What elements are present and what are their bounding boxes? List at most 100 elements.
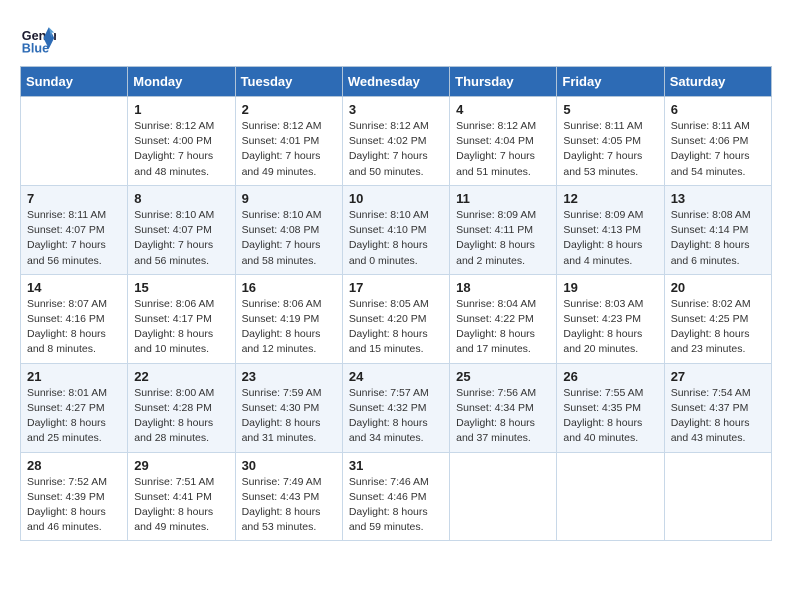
weekday-header-monday: Monday (128, 67, 235, 97)
day-info: Sunrise: 8:10 AM Sunset: 4:07 PM Dayligh… (134, 208, 229, 269)
calendar-cell: 6Sunrise: 8:11 AM Sunset: 4:06 PM Daylig… (664, 97, 771, 186)
day-number: 19 (563, 280, 658, 295)
calendar-cell: 31 Sunrise: 7:46 AM Sunset: 4:46 PM Dayli… (342, 452, 449, 541)
day-info: Sunrise: 8:10 AM Sunset: 4:08 PM Dayligh… (242, 208, 337, 269)
day-info: Sunrise: 7:49 AM Sunset: 4:43 PM Dayligh… (242, 475, 337, 536)
day-info: Sunrise: 8:01 AM Sunset: 4:27 PM Dayligh… (27, 386, 122, 447)
day-number: 26 (563, 369, 658, 384)
day-info: Sunrise: 8:02 AM Sunset: 4:25 PM Dayligh… (671, 297, 766, 358)
day-info: Sunrise: 8:03 AM Sunset: 4:23 PM Dayligh… (563, 297, 658, 358)
day-info: Sunrise: 8:12 AM Sunset: 4:01 PM Dayligh… (242, 119, 337, 180)
day-number: 7 (27, 191, 122, 206)
calendar-cell: 15 Sunrise: 8:06 AM Sunset: 4:17 PM Dayli… (128, 274, 235, 363)
day-number: 8 (134, 191, 229, 206)
calendar-week-row: 7 Sunrise: 8:11 AM Sunset: 4:07 PM Daylig… (21, 185, 772, 274)
day-number: 11 (456, 191, 551, 206)
calendar-cell: 14Sunrise: 8:07 AM Sunset: 4:16 PM Dayli… (21, 274, 128, 363)
day-info: Sunrise: 8:11 AM Sunset: 4:07 PM Dayligh… (27, 208, 122, 269)
weekday-header-wednesday: Wednesday (342, 67, 449, 97)
calendar-cell: 13 Sunrise: 8:08 AM Sunset: 4:14 PM Dayli… (664, 185, 771, 274)
day-number: 4 (456, 102, 551, 117)
day-number: 21 (27, 369, 122, 384)
calendar-cell: 3 Sunrise: 8:12 AM Sunset: 4:02 PM Daylig… (342, 97, 449, 186)
calendar-cell: 7 Sunrise: 8:11 AM Sunset: 4:07 PM Daylig… (21, 185, 128, 274)
calendar-week-row: 1 Sunrise: 8:12 AM Sunset: 4:00 PM Daylig… (21, 97, 772, 186)
calendar-cell: 9 Sunrise: 8:10 AM Sunset: 4:08 PM Daylig… (235, 185, 342, 274)
calendar-cell: 29 Sunrise: 7:51 AM Sunset: 4:41 PM Dayli… (128, 452, 235, 541)
calendar-cell (664, 452, 771, 541)
weekday-header-saturday: Saturday (664, 67, 771, 97)
day-info: Sunrise: 7:51 AM Sunset: 4:41 PM Dayligh… (134, 475, 229, 536)
calendar-cell: 20 Sunrise: 8:02 AM Sunset: 4:25 PM Dayli… (664, 274, 771, 363)
calendar-cell: 18 Sunrise: 8:04 AM Sunset: 4:22 PM Dayli… (450, 274, 557, 363)
calendar-cell: 22Sunrise: 8:00 AM Sunset: 4:28 PM Dayli… (128, 363, 235, 452)
day-info: Sunrise: 7:55 AM Sunset: 4:35 PM Dayligh… (563, 386, 658, 447)
calendar-cell: 27 Sunrise: 7:54 AM Sunset: 4:37 PM Dayli… (664, 363, 771, 452)
calendar-cell: 5 Sunrise: 8:11 AM Sunset: 4:05 PM Daylig… (557, 97, 664, 186)
day-info: Sunrise: 7:52 AM Sunset: 4:39 PM Dayligh… (27, 475, 122, 536)
calendar-cell: 28 Sunrise: 7:52 AM Sunset: 4:39 PM Dayli… (21, 452, 128, 541)
day-info: Sunrise: 8:04 AM Sunset: 4:22 PM Dayligh… (456, 297, 551, 358)
day-info: Sunrise: 8:09 AM Sunset: 4:13 PM Dayligh… (563, 208, 658, 269)
calendar-week-row: 28 Sunrise: 7:52 AM Sunset: 4:39 PM Dayli… (21, 452, 772, 541)
day-number: 13 (671, 191, 766, 206)
day-info: Sunrise: 8:06 AM Sunset: 4:17 PM Dayligh… (134, 297, 229, 358)
calendar-cell: 10 Sunrise: 8:10 AM Sunset: 4:10 PM Dayli… (342, 185, 449, 274)
calendar-cell: 17Sunrise: 8:05 AM Sunset: 4:20 PM Dayli… (342, 274, 449, 363)
day-number: 20 (671, 280, 766, 295)
day-number: 24 (349, 369, 444, 384)
calendar-table: SundayMondayTuesdayWednesdayThursdayFrid… (20, 66, 772, 541)
weekday-header-tuesday: Tuesday (235, 67, 342, 97)
day-info: Sunrise: 8:11 AM Sunset: 4:05 PM Dayligh… (563, 119, 658, 180)
calendar-cell: 11 Sunrise: 8:09 AM Sunset: 4:11 PM Dayli… (450, 185, 557, 274)
logo-icon: General Blue (20, 20, 56, 56)
calendar-cell (21, 97, 128, 186)
day-info: Sunrise: 7:46 AM Sunset: 4:46 PM Dayligh… (349, 475, 444, 536)
calendar-cell: 30Sunrise: 7:49 AM Sunset: 4:43 PM Dayli… (235, 452, 342, 541)
calendar-cell: 19 Sunrise: 8:03 AM Sunset: 4:23 PM Dayli… (557, 274, 664, 363)
day-info: Sunrise: 8:09 AM Sunset: 4:11 PM Dayligh… (456, 208, 551, 269)
calendar-cell: 23Sunrise: 7:59 AM Sunset: 4:30 PM Dayli… (235, 363, 342, 452)
day-info: Sunrise: 7:57 AM Sunset: 4:32 PM Dayligh… (349, 386, 444, 447)
day-number: 18 (456, 280, 551, 295)
day-number: 29 (134, 458, 229, 473)
day-number: 1 (134, 102, 229, 117)
day-info: Sunrise: 8:08 AM Sunset: 4:14 PM Dayligh… (671, 208, 766, 269)
calendar-cell: 2 Sunrise: 8:12 AM Sunset: 4:01 PM Daylig… (235, 97, 342, 186)
day-number: 14 (27, 280, 122, 295)
day-number: 25 (456, 369, 551, 384)
day-number: 2 (242, 102, 337, 117)
calendar-cell (450, 452, 557, 541)
day-info: Sunrise: 7:59 AM Sunset: 4:30 PM Dayligh… (242, 386, 337, 447)
day-number: 10 (349, 191, 444, 206)
day-number: 17 (349, 280, 444, 295)
page-header: General Blue (20, 20, 772, 56)
weekday-header-friday: Friday (557, 67, 664, 97)
weekday-header-sunday: Sunday (21, 67, 128, 97)
day-info: Sunrise: 8:10 AM Sunset: 4:10 PM Dayligh… (349, 208, 444, 269)
calendar-cell: 21 Sunrise: 8:01 AM Sunset: 4:27 PM Dayli… (21, 363, 128, 452)
day-number: 31 (349, 458, 444, 473)
svg-text:Blue: Blue (22, 41, 49, 55)
day-number: 6 (671, 102, 766, 117)
calendar-cell: 25Sunrise: 7:56 AM Sunset: 4:34 PM Dayli… (450, 363, 557, 452)
day-number: 16 (242, 280, 337, 295)
day-number: 5 (563, 102, 658, 117)
calendar-week-row: 21 Sunrise: 8:01 AM Sunset: 4:27 PM Dayli… (21, 363, 772, 452)
calendar-cell: 24 Sunrise: 7:57 AM Sunset: 4:32 PM Dayli… (342, 363, 449, 452)
day-number: 27 (671, 369, 766, 384)
calendar-cell: 16 Sunrise: 8:06 AM Sunset: 4:19 PM Dayli… (235, 274, 342, 363)
day-number: 28 (27, 458, 122, 473)
calendar-week-row: 14Sunrise: 8:07 AM Sunset: 4:16 PM Dayli… (21, 274, 772, 363)
day-number: 3 (349, 102, 444, 117)
calendar-cell (557, 452, 664, 541)
day-number: 15 (134, 280, 229, 295)
calendar-cell: 12 Sunrise: 8:09 AM Sunset: 4:13 PM Dayli… (557, 185, 664, 274)
day-info: Sunrise: 8:12 AM Sunset: 4:00 PM Dayligh… (134, 119, 229, 180)
calendar-cell: 8 Sunrise: 8:10 AM Sunset: 4:07 PM Daylig… (128, 185, 235, 274)
day-info: Sunrise: 8:12 AM Sunset: 4:02 PM Dayligh… (349, 119, 444, 180)
day-number: 9 (242, 191, 337, 206)
day-info: Sunrise: 7:54 AM Sunset: 4:37 PM Dayligh… (671, 386, 766, 447)
day-info: Sunrise: 8:06 AM Sunset: 4:19 PM Dayligh… (242, 297, 337, 358)
day-number: 12 (563, 191, 658, 206)
